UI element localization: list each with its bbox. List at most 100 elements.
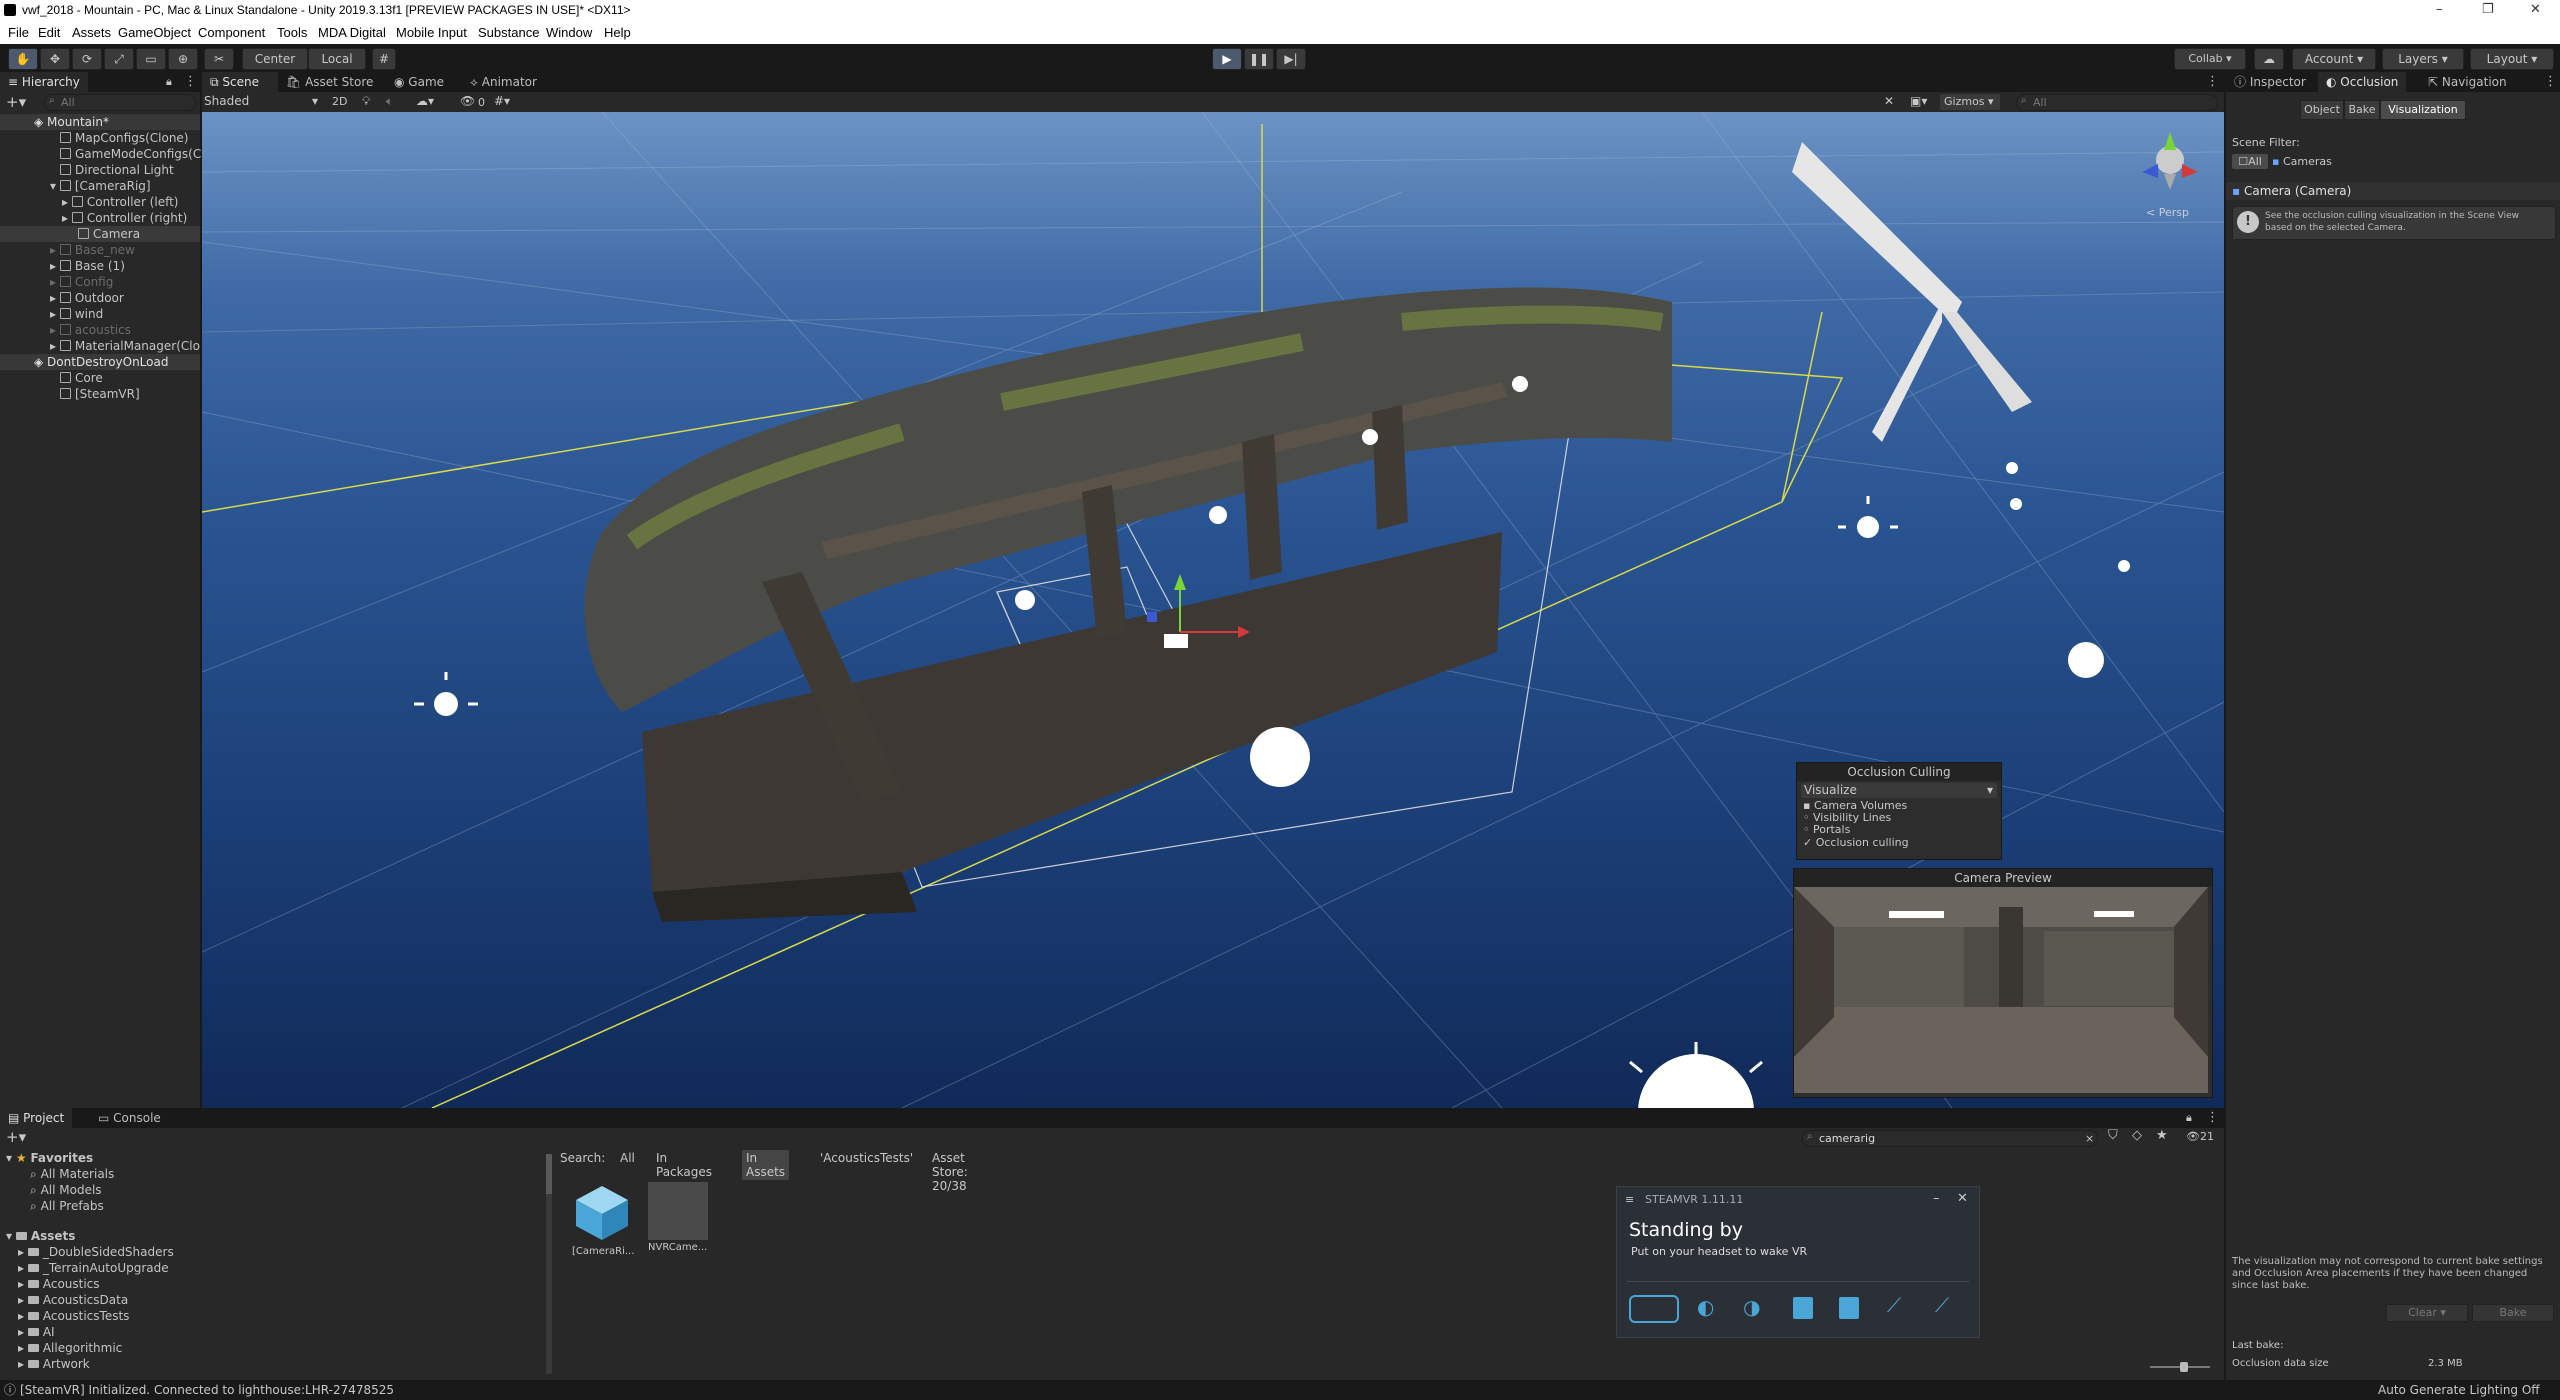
custom-tool-button[interactable]: ✂: [204, 48, 234, 70]
filter-label-icon[interactable]: ◇: [2132, 1128, 2142, 1143]
hierarchy-row[interactable]: ▸ Base (1): [50, 258, 125, 274]
pause-button[interactable]: ❚❚: [1244, 48, 1274, 70]
tab-animator[interactable]: ⟡ Animator: [462, 72, 545, 92]
menu-assets[interactable]: Assets: [72, 25, 111, 40]
tab-hierarchy[interactable]: ≡ Hierarchy: [0, 72, 88, 92]
layout-dropdown[interactable]: Layout ▾: [2470, 48, 2554, 70]
hierarchy-row[interactable]: ▸ Outdoor: [50, 290, 124, 306]
status-message[interactable]: [SteamVR] Initialized. Connected to ligh…: [20, 1380, 394, 1400]
option-occlusion-culling[interactable]: ✓ Occlusion culling: [1797, 836, 2001, 850]
maximize-button[interactable]: ❐: [2482, 2, 2494, 17]
tab-occlusion[interactable]: ◐ Occlusion: [2318, 72, 2407, 92]
menu-file[interactable]: File: [8, 25, 29, 40]
gizmos-dropdown[interactable]: Gizmos ▾: [1940, 94, 2000, 110]
close-button[interactable]: ✕: [1957, 1191, 1968, 1206]
scope-acoustics-tests[interactable]: 'AcousticsTests': [820, 1151, 913, 1165]
scope-all[interactable]: All: [620, 1151, 635, 1165]
folder-item[interactable]: ▸ AcousticsTests: [18, 1308, 129, 1324]
asset-result[interactable]: [CameraRi...: [572, 1182, 636, 1257]
menu-edit[interactable]: Edit: [38, 25, 60, 40]
grid-toggle-icon[interactable]: #▾: [494, 94, 510, 108]
camera-settings-icon[interactable]: ▣▾: [1910, 94, 1927, 108]
filter-all-button[interactable]: ☐All: [2232, 154, 2268, 169]
menu-substance[interactable]: Substance: [478, 25, 539, 40]
menu-help[interactable]: Help: [604, 25, 631, 40]
folder-item[interactable]: ▸ Acoustics: [18, 1276, 100, 1292]
scope-in-assets[interactable]: In Assets: [742, 1150, 790, 1180]
lighting-toggle-icon[interactable]: 💡︎: [362, 94, 370, 109]
step-button[interactable]: ▶|: [1276, 48, 1306, 70]
favorite-item[interactable]: ⌕ All Models: [30, 1182, 102, 1198]
effects-toggle-icon[interactable]: ☁▾: [416, 94, 434, 108]
option-portals[interactable]: ◦ Portals: [1797, 824, 2001, 836]
hierarchy-row[interactable]: Directional Light: [60, 162, 174, 178]
hand-tool-button[interactable]: ✋: [8, 48, 38, 70]
assets-header[interactable]: ▾ Assets: [6, 1228, 75, 1244]
mode-visualization-button[interactable]: Visualization: [2380, 100, 2466, 120]
space-toggle[interactable]: Local: [308, 48, 366, 70]
lighting-status[interactable]: Auto Generate Lighting Off: [2378, 1380, 2540, 1400]
tab-game[interactable]: ◉ Game: [386, 72, 452, 92]
tab-console[interactable]: ▭ Console: [90, 1108, 169, 1128]
scrollbar-thumb[interactable]: [546, 1154, 552, 1194]
steamvr-menu-icon[interactable]: ≡: [1625, 1193, 1634, 1206]
panel-menu-icon[interactable]: ⋮: [2206, 1110, 2219, 1125]
move-tool-button[interactable]: ✥: [40, 48, 70, 70]
zoom-slider-thumb[interactable]: [2180, 1362, 2188, 1372]
shading-dropdown[interactable]: Shaded ▾: [204, 94, 322, 110]
panel-menu-icon[interactable]: ⋮: [184, 74, 197, 89]
hierarchy-row[interactable]: ▸ Config: [50, 274, 113, 290]
hierarchy-scene-dontdestroyonload[interactable]: ◈ DontDestroyOnLoad: [0, 354, 200, 370]
folder-item[interactable]: ▸ Artwork: [18, 1356, 90, 1372]
hierarchy-row[interactable]: ▸ wind: [50, 306, 103, 322]
hierarchy-row[interactable]: ▸ MaterialManager(Clo: [50, 338, 200, 354]
clear-search-icon[interactable]: ×: [2085, 1132, 2094, 1145]
cloud-button[interactable]: ☁: [2254, 48, 2284, 70]
panel-menu-icon[interactable]: ⋮: [2544, 74, 2557, 89]
favorite-item[interactable]: ⌕ All Materials: [30, 1166, 114, 1182]
menu-mda-digital[interactable]: MDA Digital: [318, 25, 386, 40]
hierarchy-scene-mountain[interactable]: ◈ Mountain*: [0, 114, 200, 130]
layers-dropdown[interactable]: Layers ▾: [2382, 48, 2464, 70]
collab-dropdown[interactable]: Collab ▾: [2174, 48, 2246, 70]
account-dropdown[interactable]: Account ▾: [2292, 48, 2376, 70]
asset-result[interactable]: NVRCame...: [648, 1182, 712, 1253]
scale-tool-button[interactable]: ⤢: [104, 48, 134, 70]
menu-gameobject[interactable]: GameObject: [118, 25, 191, 40]
favorites-header[interactable]: ▾ ★ Favorites: [6, 1150, 93, 1166]
rotate-tool-button[interactable]: ⟳: [72, 48, 102, 70]
scope-in-packages[interactable]: In Packages: [656, 1151, 712, 1179]
filter-cameras-button[interactable]: ▪ Cameras: [2272, 154, 2332, 169]
clear-button[interactable]: Clear ▾: [2386, 1304, 2468, 1322]
lock-icon[interactable]: 🔒︎: [166, 75, 172, 89]
hierarchy-row[interactable]: MapConfigs(Clone): [60, 130, 188, 146]
pivot-toggle[interactable]: Center: [242, 48, 308, 70]
hidden-objects-icon[interactable]: 👁︎: [460, 94, 475, 108]
tree-scrollbar[interactable]: [546, 1154, 552, 1374]
favorite-item[interactable]: ⌕ All Prefabs: [30, 1198, 104, 1214]
hierarchy-row[interactable]: ▸ Controller (right): [62, 210, 187, 226]
menu-mobile-input[interactable]: Mobile Input: [396, 25, 467, 40]
hierarchy-row[interactable]: ▸ Base_new: [50, 242, 135, 258]
lock-icon[interactable]: 🔒︎: [2186, 1111, 2192, 1125]
hierarchy-row[interactable]: ▸ acoustics: [50, 322, 131, 338]
favorite-star-icon[interactable]: ★: [2156, 1128, 2168, 1143]
create-plus-button[interactable]: +▾: [6, 1128, 26, 1146]
snap-button[interactable]: #: [372, 48, 396, 70]
hierarchy-row[interactable]: ▸ Controller (left): [62, 194, 178, 210]
menu-tools[interactable]: Tools: [277, 25, 307, 40]
menu-component[interactable]: Component: [198, 25, 265, 40]
tab-asset-store[interactable]: 🛍︎ Asset Store: [278, 72, 381, 92]
folder-item[interactable]: ▸ AcousticsData: [18, 1292, 128, 1308]
hierarchy-row-selected[interactable]: Camera: [0, 226, 200, 242]
hierarchy-search-input[interactable]: ⌕ All: [44, 94, 196, 111]
zoom-slider[interactable]: [2150, 1362, 2210, 1372]
tab-navigation[interactable]: ⇱ Navigation: [2420, 72, 2515, 92]
tab-inspector[interactable]: ⓘ Inspector: [2226, 72, 2314, 92]
scene-view[interactable]: < Persp Occlusion Culling Visualize ▾ ▪ C…: [202, 112, 2224, 1108]
mode-bake-button[interactable]: Bake: [2344, 100, 2380, 120]
folder-item[interactable]: ▸ Allegorithmic: [18, 1340, 122, 1356]
folder-item[interactable]: ▸ _DoubleSidedShaders: [18, 1244, 174, 1260]
scene-search-input[interactable]: ⌕ All: [2016, 94, 2218, 111]
filter-type-icon[interactable]: ⛉: [2108, 1128, 2118, 1143]
